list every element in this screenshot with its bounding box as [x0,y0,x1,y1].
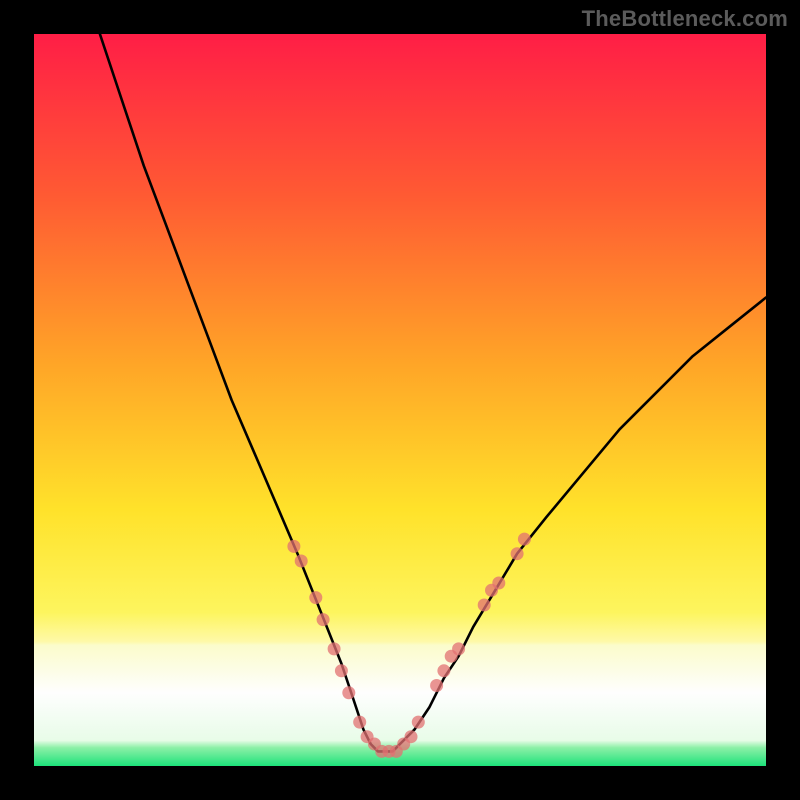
data-marker [335,664,348,677]
plot-area [34,34,766,766]
data-marker [309,591,322,604]
data-marker [317,613,330,626]
data-marker [478,599,491,612]
chart-svg [34,34,766,766]
chart-frame: TheBottleneck.com [0,0,800,800]
data-marker [518,533,531,546]
data-marker [328,642,341,655]
data-marker [295,555,308,568]
data-marker [353,716,366,729]
watermark-text: TheBottleneck.com [582,6,788,32]
data-marker [342,686,355,699]
data-marker [437,664,450,677]
gradient-background [34,34,766,766]
data-marker [287,540,300,553]
data-marker [430,679,443,692]
data-marker [511,547,524,560]
data-marker [492,577,505,590]
data-marker [405,730,418,743]
data-marker [452,642,465,655]
data-marker [412,716,425,729]
